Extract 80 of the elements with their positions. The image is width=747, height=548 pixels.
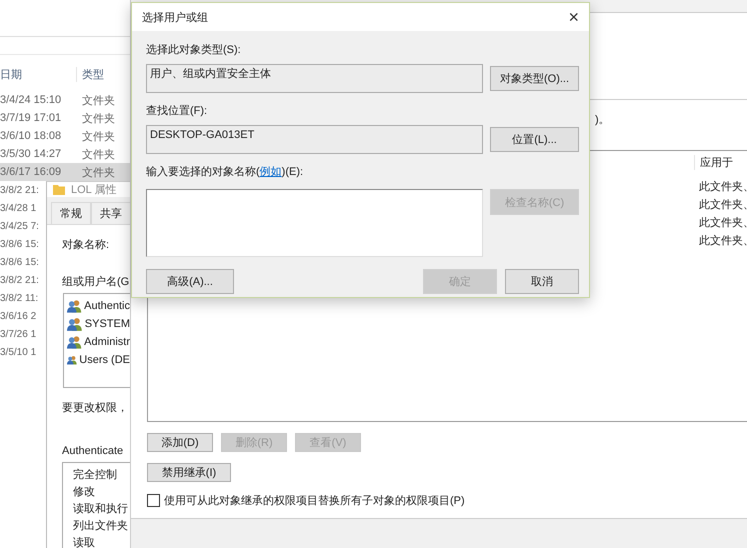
note-text: )。 [595, 113, 611, 127]
permission-item: 修改 [73, 485, 96, 499]
date-cell-text: 3/4/25 7: [0, 220, 40, 232]
user-item[interactable]: Authentic [84, 300, 130, 312]
file-row[interactable]: 3/5/30 14:27 文件夹 [0, 145, 130, 163]
permission-item: 读取和执行 [73, 502, 129, 516]
location-label: 查找位置(F): [146, 104, 208, 118]
date-cell-text: 3/4/28 1 [0, 202, 38, 214]
object-type-label: 选择此对象类型(S): [146, 43, 242, 57]
applies-to-cell-text: 此文件夹、 [698, 216, 747, 230]
column-header[interactable]: 日期 [0, 66, 76, 82]
file-row[interactable]: 3/8/2 21: [0, 271, 44, 289]
date-cell-text: 3/5/30 14:27 [0, 148, 62, 160]
object-types-button[interactable]: 对象类型(O)... [490, 66, 579, 91]
file-row[interactable]: 3/8/6 15: [0, 253, 44, 271]
column-header[interactable]: 应用于 [694, 154, 747, 170]
folder-icon [53, 184, 65, 195]
date-cell-text: 3/8/2 21: [0, 184, 40, 196]
object-type-field[interactable]: 用户、组或内置安全主体 [146, 64, 483, 93]
date-cell-text: 3/7/26 1 [0, 328, 38, 340]
close-button[interactable]: × [564, 8, 583, 26]
date-cell-text: 3/4/24 15:10 [0, 94, 62, 106]
file-row[interactable]: 3/6/10 18:08 文件夹 [0, 127, 130, 145]
tab[interactable]: 共享 [91, 202, 130, 224]
groups-label: 组或用户名(G [62, 274, 130, 289]
user-item[interactable]: Users (DE [79, 354, 130, 366]
file-row[interactable]: 3/7/19 17:01 文件夹 [0, 109, 130, 127]
file-row[interactable]: 3/8/6 15: [0, 235, 44, 253]
names-label: 输入要选择的对象名称(例如)(E): [146, 165, 304, 179]
applies-to-cell-text: 此文件夹、 [698, 198, 747, 212]
disable-inheritance-button[interactable]: 禁用继承(I) [147, 463, 231, 482]
names-field[interactable] [146, 189, 483, 257]
date-cell-text: 3/8/6 15: [0, 256, 40, 268]
date-cell-text: 3/8/2 21: [0, 274, 40, 286]
date-cell-text: 3/8/6 15: [0, 238, 40, 250]
cancel-button[interactable]: 取消 [505, 269, 579, 294]
date-cell-text: 3/6/10 18:08 [0, 130, 62, 142]
window-title: LOL 属性 [71, 183, 116, 197]
permissions-label: Authenticate [62, 445, 124, 457]
location-field[interactable]: DESKTOP-GA013ET [146, 125, 483, 154]
date-cell-text: 3/7/19 17:01 [0, 112, 62, 124]
entry-button[interactable]: 添加(D) [147, 433, 213, 452]
type-cell-text: 文件夹 [81, 166, 116, 180]
permission-item: 完全控制 [73, 468, 118, 482]
object-name-label: 对象名称: [62, 238, 110, 252]
users-icon [67, 299, 82, 313]
type-cell-text: 文件夹 [81, 148, 116, 162]
examples-link[interactable]: 例如 [260, 166, 282, 178]
applies-to-cell-text: 此文件夹、 [698, 234, 747, 248]
users-icon [67, 317, 83, 331]
file-row[interactable]: 3/6/16 2 [0, 307, 44, 325]
file-row[interactable]: 3/4/24 15:10 文件夹 [0, 91, 130, 109]
user-item[interactable]: SYSTEM [84, 318, 130, 330]
users-icon [67, 353, 78, 367]
file-row[interactable]: 3/7/26 1 [0, 325, 44, 343]
file-row[interactable]: 3/4/28 1 [0, 199, 44, 217]
permission-item: 读取 [73, 536, 96, 548]
file-row[interactable]: 3/8/2 11: [0, 289, 44, 307]
checkbox-label: 使用可从此对象继承的权限项目替换所有子对象的权限项目(P) [164, 494, 465, 508]
file-row[interactable]: 3/8/2 21: [0, 181, 44, 199]
file-row[interactable]: 3/6/17 16:09 文件夹 [0, 163, 130, 181]
date-cell-text: 3/6/16 2 [0, 310, 38, 322]
replace-checkbox[interactable] [147, 494, 160, 507]
date-cell-text: 3/6/17 16:09 [0, 166, 62, 178]
type-cell-text: 文件夹 [81, 130, 116, 144]
type-cell-text: 文件夹 [81, 112, 116, 126]
date-cell-text: 3/8/2 11: [0, 292, 40, 304]
file-row[interactable]: 3/4/25 7: [0, 217, 44, 235]
type-cell-text: 文件夹 [81, 94, 116, 108]
users-icon [67, 335, 82, 349]
hint-text: 要更改权限， [62, 401, 129, 415]
dialog-title: 选择用户或组 [142, 10, 208, 24]
date-cell-text: 3/5/10 1 [0, 346, 38, 358]
tab[interactable]: 常规 [51, 202, 91, 224]
permission-item: 列出文件夹 [73, 518, 129, 533]
locations-button[interactable]: 位置(L)... [490, 127, 579, 152]
user-item[interactable]: Administr [84, 336, 130, 348]
file-row[interactable]: 3/5/10 1 [0, 343, 44, 361]
applies-to-cell-text: 此文件夹、 [698, 180, 747, 194]
advanced-button[interactable]: 高级(A)... [146, 269, 234, 294]
